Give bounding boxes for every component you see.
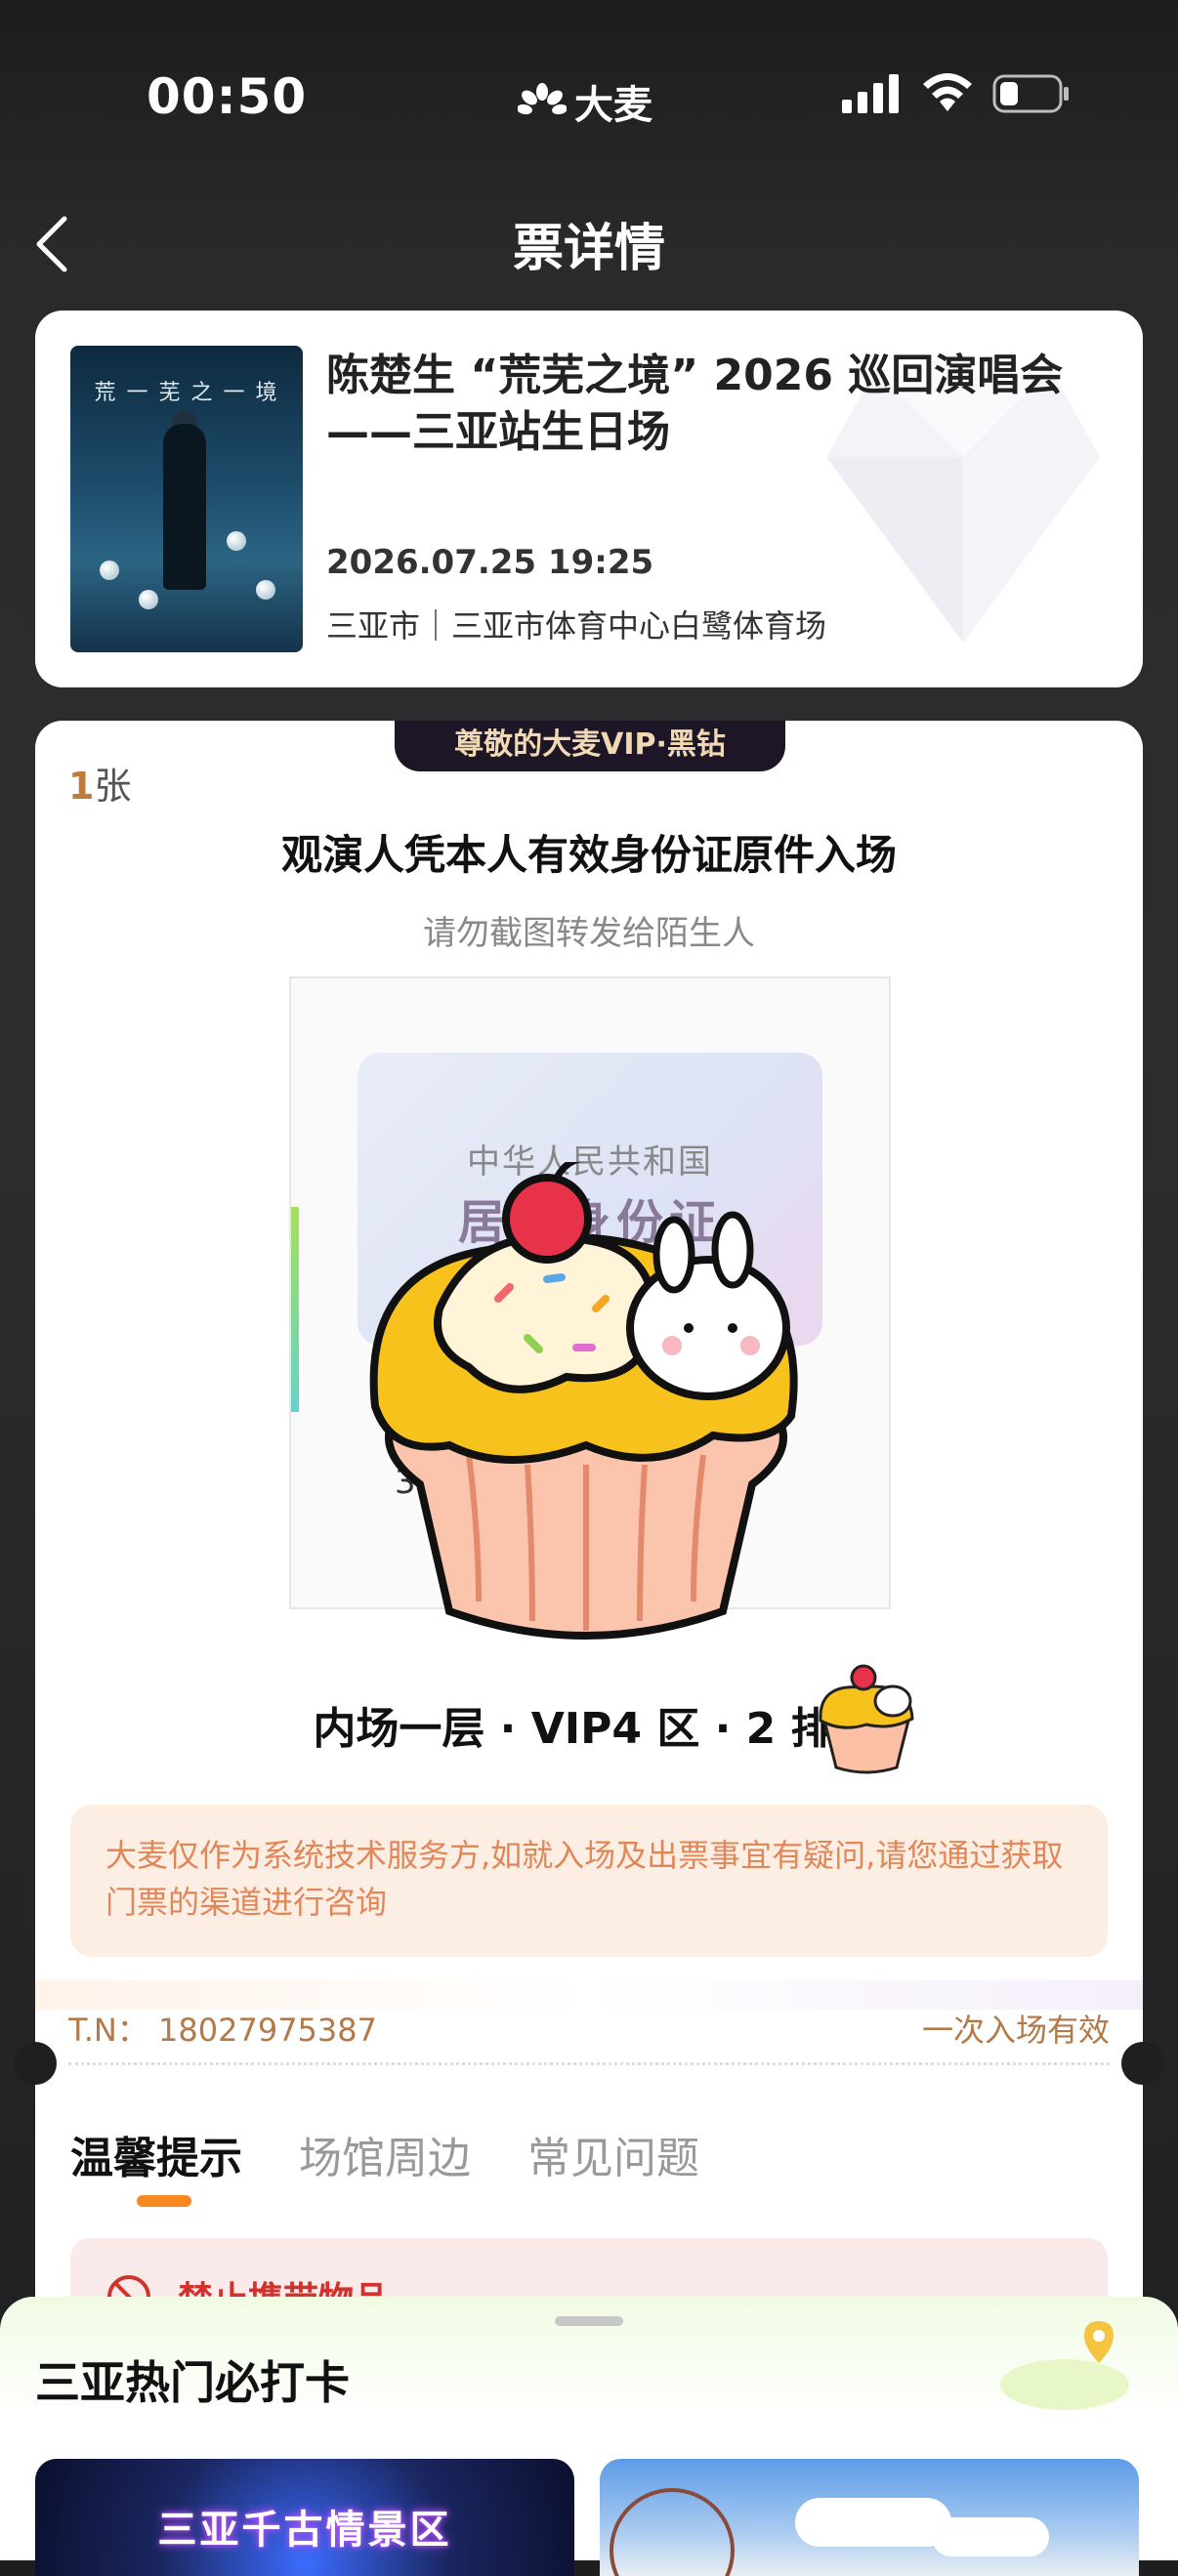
notice-box: 大麦仅作为系统技术服务方,如就入场及出票事宜有疑问,请您通过获取门票的渠道进行咨…: [70, 1805, 1108, 1957]
tab-tips[interactable]: 温馨提示: [70, 2123, 242, 2185]
ticket-validity: 一次入场有效: [921, 2012, 1110, 2049]
tab-faq[interactable]: 常见问题: [527, 2123, 699, 2185]
info-tabs: 温馨提示 场馆周边 常见问题: [70, 2123, 699, 2185]
damai-logo-icon: [518, 83, 567, 115]
wifi-icon: [923, 73, 972, 111]
vip-badge: 尊敬的大麦VIP·黑钻: [395, 721, 785, 771]
status-bar: 00:50 大麦: [0, 0, 1178, 195]
entry-rule: 观演人凭本人有效身份证原件入场: [280, 831, 897, 879]
poster-orb: [139, 590, 158, 609]
page-title: 票详情: [512, 220, 665, 278]
attraction-card-qiangu[interactable]: 三亚千古情景区: [35, 2459, 574, 2576]
sheet-drag-handle[interactable]: [555, 2316, 623, 2326]
status-time: 00:50: [147, 68, 308, 125]
ticket-notch-left: [14, 2042, 57, 2085]
attraction-card-ferris-wheel[interactable]: [600, 2459, 1139, 2576]
ticket-count-unit: 张: [94, 765, 132, 808]
event-title: 陈楚生 “荒芜之境” 2026 巡回演唱会——三亚站生日场: [326, 351, 1064, 457]
active-tab-indicator: [137, 2195, 191, 2207]
brand-name: 大麦: [574, 83, 652, 128]
event-poster[interactable]: 荒 一 芜 之 一 境: [70, 346, 303, 652]
ferris-wheel-graphic: [610, 2488, 735, 2576]
poster-title: 荒 一 芜 之 一 境: [94, 381, 279, 405]
status-brand: 大麦: [518, 73, 652, 130]
ticket-number: T.N： 18027975387: [68, 2012, 377, 2049]
sheet-title: 三亚热门必打卡: [35, 2356, 350, 2409]
screenshot-warning: 请勿截图转发给陌生人: [423, 914, 755, 953]
seat-info: 内场一层 · VIP4 区 · 2 排 ·: [313, 1704, 865, 1754]
battery-icon: [992, 74, 1069, 113]
cupcake-sticker-icon: [369, 1162, 798, 1640]
poster-orb: [227, 531, 246, 551]
poster-orb: [256, 580, 275, 600]
notice-text: 大麦仅作为系统技术服务方,如就入场及出票事宜有疑问,请您通过获取门票的渠道进行咨…: [105, 1837, 1064, 1921]
map-pin-icon: [1000, 2321, 1129, 2410]
poster-orb: [100, 561, 119, 580]
event-venue: 三亚市｜三亚市体育中心白鹭体育场: [326, 607, 827, 644]
cellular-signal-icon: [842, 74, 899, 113]
cloud-graphic: [932, 2517, 1049, 2556]
event-card[interactable]: 荒 一 芜 之 一 境 陈楚生 “荒芜之境” 2026 巡回演唱会——三亚站生日…: [35, 311, 1143, 687]
bottom-sheet[interactable]: 三亚热门必打卡 三亚千古情景区: [0, 2297, 1178, 2576]
cloud-graphic: [795, 2498, 951, 2547]
cupcake-sticker-small-icon: [819, 1664, 914, 1774]
attraction-card-label: 三亚千古情景区: [157, 2508, 452, 2553]
ticket-count-number: 1: [68, 765, 95, 808]
ticket-notch-right: [1121, 2042, 1164, 2085]
ticket-count: 1张: [68, 756, 131, 810]
poster-figure: [163, 424, 206, 590]
event-datetime: 2026.07.25 19:25: [326, 543, 654, 582]
tab-venue-nearby[interactable]: 场馆周边: [299, 2123, 471, 2185]
perforation-line: [68, 2062, 1110, 2065]
